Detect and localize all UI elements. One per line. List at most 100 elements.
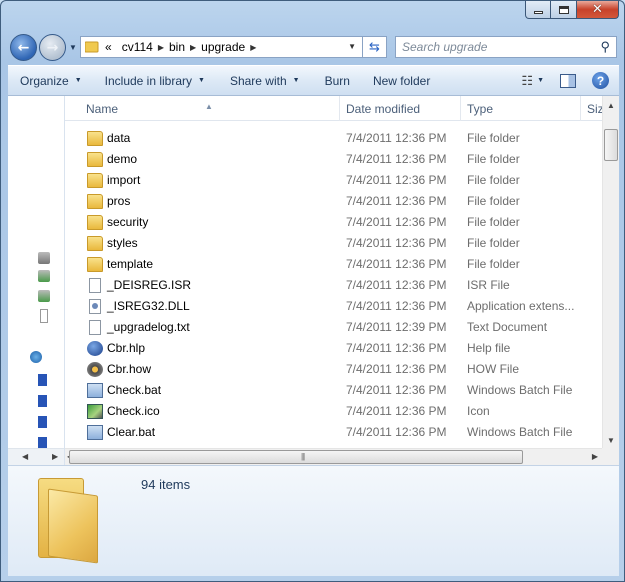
file-name: import <box>107 173 141 187</box>
batch-file-icon <box>87 425 103 440</box>
breadcrumb-separator-icon[interactable]: ▶ <box>250 43 256 52</box>
change-view-button[interactable]: ☷ ▼ <box>521 73 544 89</box>
address-bar[interactable]: « cv114 ▶ bin ▶ upgrade ▶ ▼ <box>80 36 363 58</box>
file-name: Cbr.how <box>107 362 152 376</box>
file-row[interactable]: template 7/4/2011 12:36 PM File folder <box>65 254 602 275</box>
file-type: HOW File <box>467 362 519 376</box>
column-header-type[interactable]: Type <box>461 96 581 121</box>
how-file-icon <box>87 362 103 377</box>
file-row[interactable]: Check.bat 7/4/2011 12:36 PM Windows Batch … <box>65 380 602 401</box>
scroll-right-icon[interactable]: ▶ <box>592 452 598 461</box>
search-box[interactable]: ⚲ <box>395 36 617 58</box>
file-type: File folder <box>467 194 520 208</box>
view-controls: ☷ ▼ ? <box>521 72 609 89</box>
file-row[interactable]: _DEISREG.ISR 7/4/2011 12:36 PM ISR File <box>65 275 602 296</box>
search-icon[interactable]: ⚲ <box>600 39 610 55</box>
scroll-right-icon[interactable]: ▶ <box>52 452 58 461</box>
breadcrumb-overflow[interactable]: « <box>105 40 112 54</box>
details-pane: 94 items <box>8 465 619 576</box>
file-date-modified: 7/4/2011 12:36 PM <box>346 152 447 166</box>
new-folder-label: New folder <box>372 73 431 88</box>
removable-drive-icon[interactable] <box>40 309 48 323</box>
column-header-name[interactable]: Name ▲ <box>65 96 340 121</box>
file-name: pros <box>107 194 131 208</box>
preview-pane-button[interactable] <box>560 73 576 88</box>
folder-icon <box>87 131 103 146</box>
scroll-grip-icon: ||| <box>301 452 305 461</box>
file-row[interactable]: _upgradelog.txt 7/4/2011 12:39 PM Text Doc… <box>65 317 602 338</box>
address-dropdown-icon[interactable]: ▼ <box>348 42 356 51</box>
scroll-up-icon[interactable]: ▲ <box>607 101 615 110</box>
organize-button[interactable]: Organize ▼ <box>8 74 91 88</box>
minimize-button[interactable] <box>525 1 551 19</box>
breadcrumb-cv114[interactable]: cv114 <box>122 40 153 54</box>
file-date-modified: 7/4/2011 12:36 PM <box>346 341 447 355</box>
column-header-size[interactable]: Size <box>581 96 602 121</box>
burn-button[interactable]: Burn <box>309 74 359 88</box>
breadcrumb-upgrade[interactable]: upgrade <box>201 40 245 54</box>
file-row[interactable]: _ISREG32.DLL 7/4/2011 12:36 PM Application… <box>65 296 602 317</box>
network-computer-icon[interactable] <box>38 395 47 407</box>
file-row[interactable]: Cbr.hlp 7/4/2011 12:36 PM Help file <box>65 338 602 359</box>
breadcrumb-separator-icon[interactable]: ▶ <box>158 43 164 52</box>
file-name: _ISREG32.DLL <box>107 299 190 313</box>
file-type: Windows Batch File <box>467 425 573 439</box>
file-date-modified: 7/4/2011 12:36 PM <box>346 425 447 439</box>
forward-button[interactable]: → <box>39 34 66 61</box>
file-row[interactable]: Clear.bat 7/4/2011 12:36 PM Windows Batch … <box>65 422 602 443</box>
file-row[interactable]: data 7/4/2011 12:36 PM File folder <box>65 128 602 149</box>
file-row[interactable]: import 7/4/2011 12:36 PM File folder <box>65 170 602 191</box>
file-list-view: Name ▲ Date modified Type Size data 7/4/2… <box>65 96 619 465</box>
help-file-icon <box>87 341 103 356</box>
vertical-scrollbar[interactable]: ▲ ▼ <box>602 96 619 448</box>
refresh-button[interactable]: ⇆ <box>363 36 387 58</box>
share-with-button[interactable]: Share with ▼ <box>214 74 309 88</box>
file-date-modified: 7/4/2011 12:36 PM <box>346 362 447 376</box>
chevron-down-icon: ▼ <box>74 77 82 84</box>
network-computer-icon[interactable] <box>38 374 47 386</box>
scroll-left-icon[interactable]: ◀ <box>22 452 28 461</box>
new-folder-button[interactable]: New folder <box>359 74 439 88</box>
file-row[interactable]: Cbr.how 7/4/2011 12:36 PM HOW File <box>65 359 602 380</box>
breadcrumb-bin[interactable]: bin <box>169 40 185 54</box>
large-folder-icon <box>34 474 98 564</box>
maximize-button[interactable] <box>551 1 576 19</box>
drive-icon[interactable] <box>38 252 50 264</box>
horizontal-scrollbar[interactable]: ◀ ||| ▶ <box>65 448 602 465</box>
forward-arrow-icon: → <box>46 39 59 56</box>
network-icon[interactable] <box>30 351 42 363</box>
file-row[interactable]: demo 7/4/2011 12:36 PM File folder <box>65 149 602 170</box>
file-date-modified: 7/4/2011 12:36 PM <box>346 299 447 313</box>
include-in-library-button[interactable]: Include in library ▼ <box>91 74 214 88</box>
file-date-modified: 7/4/2011 12:39 PM <box>346 320 447 334</box>
file-name: _upgradelog.txt <box>107 320 190 334</box>
close-button[interactable]: ✕ <box>576 1 619 19</box>
batch-file-icon <box>87 383 103 398</box>
file-type: Windows Batch File <box>467 383 573 397</box>
network-computer-icon[interactable] <box>38 416 47 428</box>
scroll-down-icon[interactable]: ▼ <box>607 436 615 445</box>
column-header-size-label: Size <box>587 102 602 116</box>
vertical-scroll-thumb[interactable] <box>604 129 618 161</box>
search-input[interactable] <box>402 40 592 54</box>
drive-icon[interactable] <box>38 290 50 302</box>
file-row[interactable]: pros 7/4/2011 12:36 PM File folder <box>65 191 602 212</box>
navigation-pane-horizontal-scrollbar[interactable]: ◀ ▶ <box>8 448 64 465</box>
file-type: File folder <box>467 152 520 166</box>
back-button[interactable]: ← <box>10 34 37 61</box>
file-name: Cbr.hlp <box>107 341 146 355</box>
file-type: File folder <box>467 173 520 187</box>
breadcrumb-separator-icon[interactable]: ▶ <box>190 43 196 52</box>
file-date-modified: 7/4/2011 12:36 PM <box>346 278 447 292</box>
column-header-date-modified[interactable]: Date modified <box>340 96 461 121</box>
file-row[interactable]: Check.ico 7/4/2011 12:36 PM Icon <box>65 401 602 422</box>
file-row[interactable]: security 7/4/2011 12:36 PM File folder <box>65 212 602 233</box>
horizontal-scroll-thumb[interactable] <box>69 450 523 464</box>
file-name: styles <box>107 236 138 250</box>
drive-icon[interactable] <box>38 270 50 282</box>
help-button[interactable]: ? <box>592 72 609 89</box>
recent-pages-dropdown[interactable]: ▼ <box>69 43 77 52</box>
file-row[interactable]: styles 7/4/2011 12:36 PM File folder <box>65 233 602 254</box>
organize-label: Organize <box>20 73 69 88</box>
folder-icon <box>87 194 103 209</box>
